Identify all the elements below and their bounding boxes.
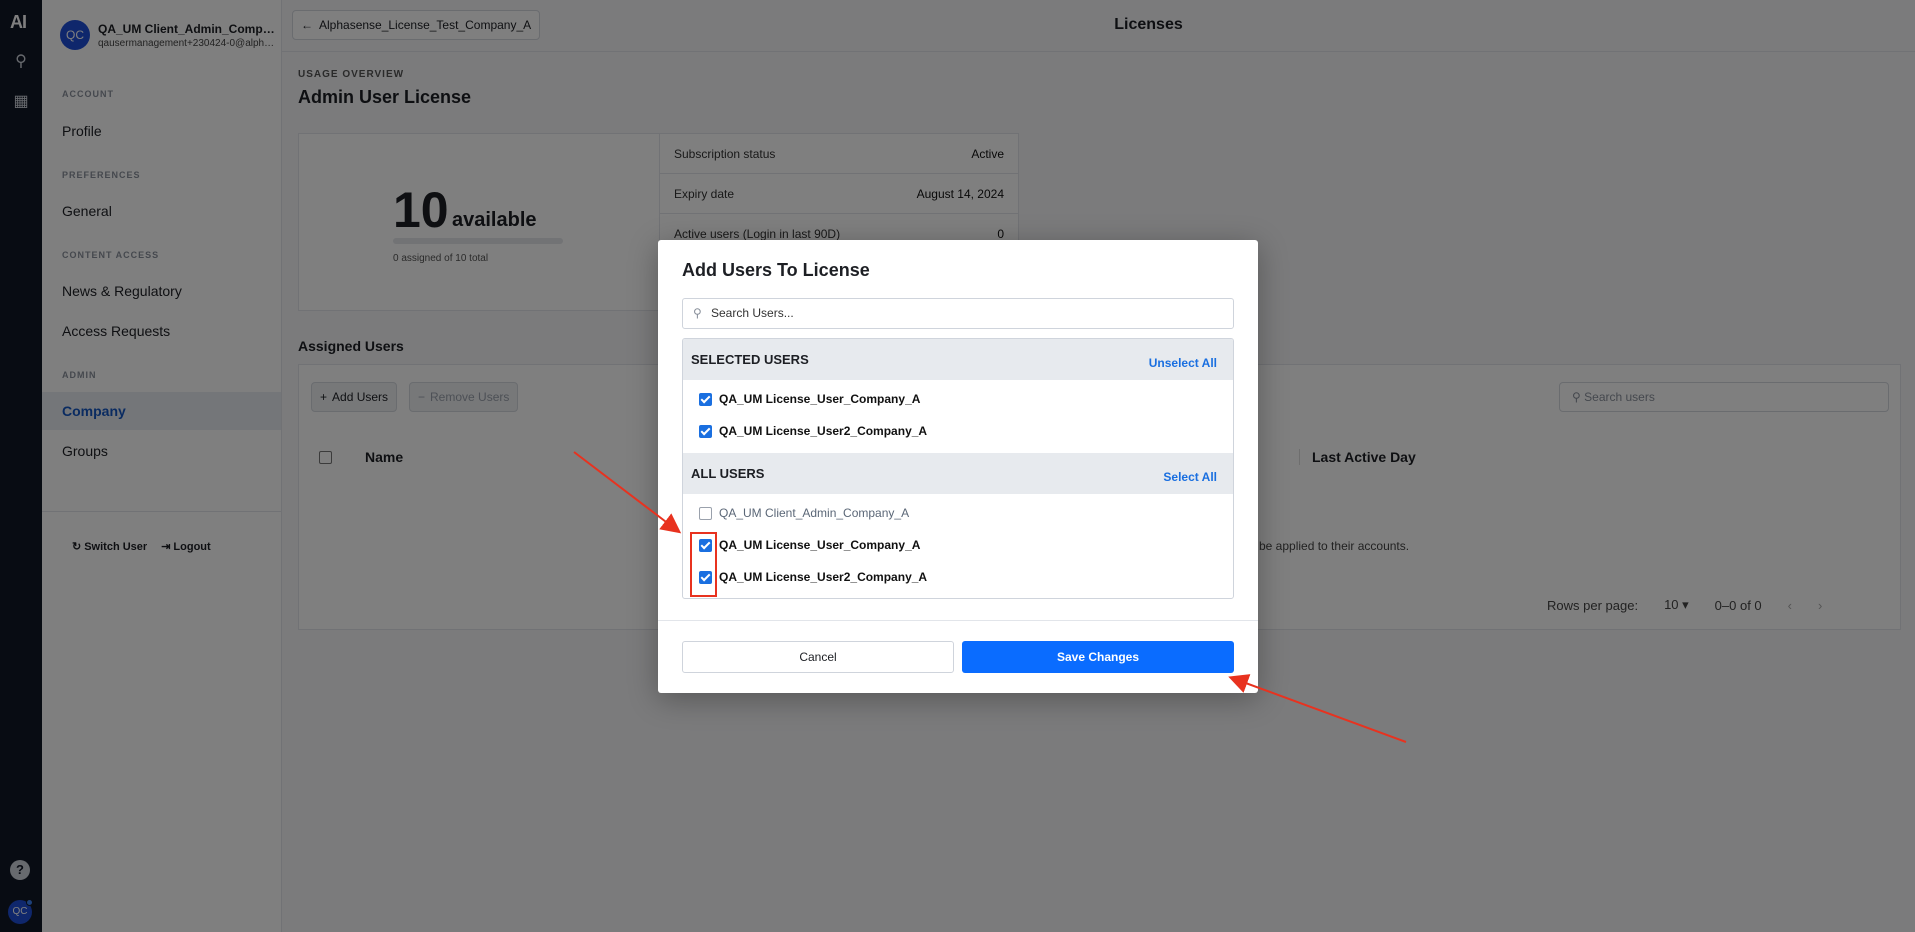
search-icon: ⚲: [693, 306, 702, 320]
modal-title: Add Users To License: [682, 260, 870, 280]
add-users-modal: Add Users To License ⚲ Search Users... S…: [658, 240, 1258, 693]
selected-users-header: SELECTED USERS Unselect All: [683, 339, 1233, 380]
list-item[interactable]: QA_UM License_User2_Company_A: [683, 415, 1233, 447]
save-changes-button[interactable]: Save Changes: [962, 641, 1234, 673]
list-item[interactable]: QA_UM License_User2_Company_A: [683, 561, 1233, 593]
list-item[interactable]: QA_UM Client_Admin_Company_A: [683, 497, 1233, 529]
checkbox[interactable]: [699, 507, 712, 520]
list-item[interactable]: QA_UM License_User_Company_A: [683, 383, 1233, 415]
checkbox[interactable]: [699, 571, 712, 584]
list-item[interactable]: QA_UM License_User_Company_A: [683, 529, 1233, 561]
checkbox[interactable]: [699, 539, 712, 552]
user-selection-list: SELECTED USERS Unselect All QA_UM Licens…: [682, 338, 1234, 599]
modal-search-input[interactable]: ⚲ Search Users...: [682, 298, 1234, 329]
modal-divider: [658, 620, 1258, 621]
all-users-header: ALL USERS Select All: [683, 453, 1233, 494]
unselect-all-button[interactable]: Unselect All: [1149, 356, 1217, 370]
checkbox[interactable]: [699, 425, 712, 438]
checkbox[interactable]: [699, 393, 712, 406]
select-all-button[interactable]: Select All: [1163, 470, 1217, 484]
cancel-button[interactable]: Cancel: [682, 641, 954, 673]
